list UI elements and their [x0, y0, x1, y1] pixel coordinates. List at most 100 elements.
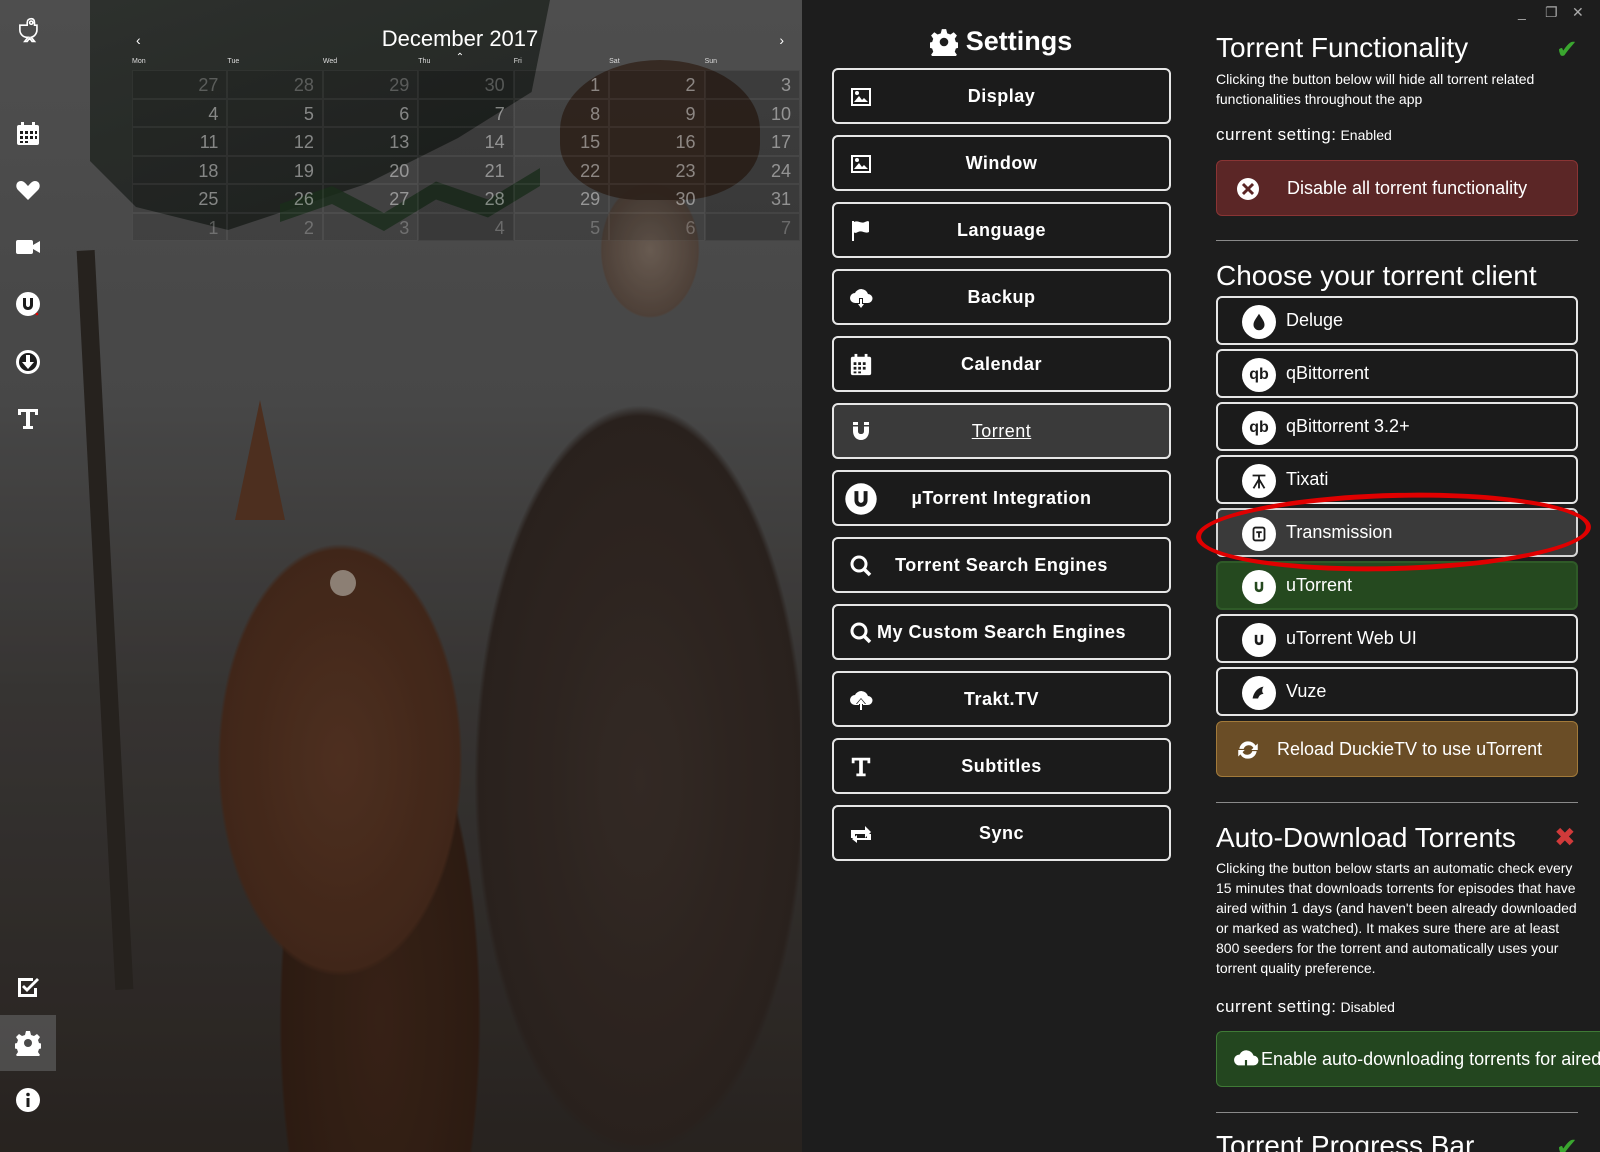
disable-torrent-button[interactable]: Disable all torrent functionality [1216, 160, 1578, 216]
side-navigation [0, 0, 56, 1152]
menu-torrent-button[interactable]: Torrent [832, 403, 1171, 459]
calendar-day[interactable]: 3 [704, 70, 800, 99]
calendar-day[interactable]: 1 [513, 70, 610, 99]
qbittorrent-icon: qb [1242, 358, 1276, 392]
menu-torrent-search-engines-button[interactable]: Torrent Search Engines [832, 537, 1171, 593]
calendar-day[interactable]: 15 [513, 127, 610, 156]
menu-backup-button[interactable]: Backup [832, 269, 1171, 325]
checkbox-icon[interactable] [0, 958, 56, 1014]
calendar-day[interactable]: 24 [704, 155, 800, 184]
calendar-day[interactable]: 18 [132, 155, 228, 184]
calendar-day[interactable]: 29 [322, 70, 419, 99]
close-button[interactable]: ✕ [1572, 4, 1584, 21]
calendar-title[interactable]: December 2017 [120, 26, 800, 52]
calendar-icon[interactable] [0, 106, 56, 162]
calendar-day[interactable]: 5 [513, 212, 610, 241]
calendar-day[interactable]: 3 [322, 212, 419, 241]
client-transmission-button[interactable]: Transmission [1216, 508, 1578, 557]
client-label: Vuze [1286, 681, 1327, 701]
calendar-day[interactable]: 2 [609, 70, 705, 99]
client-qbittorrent-button[interactable]: qb qBittorrent [1216, 349, 1578, 398]
menu-label: Subtitles [961, 755, 1042, 776]
calendar-day[interactable]: 31 [704, 184, 800, 213]
calendar-day[interactable]: 27 [322, 184, 419, 213]
calendar-day[interactable]: 17 [704, 127, 800, 156]
client-qbittorrent32-button[interactable]: qb qBittorrent 3.2+ [1216, 402, 1578, 451]
calendar-day[interactable]: 23 [609, 155, 705, 184]
menu-display-button[interactable]: Display [832, 68, 1171, 124]
calendar-day[interactable]: 11 [132, 127, 228, 156]
cloud-upload-icon [848, 687, 874, 713]
calendar-day[interactable]: 29 [513, 184, 610, 213]
calendar-day[interactable]: 25 [132, 184, 228, 213]
duckie-logo-icon[interactable] [0, 2, 56, 58]
menu-utorrent-integration-button[interactable]: µTorrent Integration [832, 470, 1171, 526]
calendar-day[interactable]: 30 [418, 70, 514, 99]
restore-button[interactable]: ❐ [1545, 4, 1558, 21]
menu-label: Language [956, 219, 1046, 240]
reload-duckietv-button[interactable]: Reload DuckieTV to use uTorrent [1216, 721, 1578, 777]
torrent-functionality-current-setting: current setting: Enabled [1216, 125, 1392, 145]
client-label: qBittorrent 3.2+ [1286, 416, 1410, 436]
info-icon[interactable] [0, 1072, 56, 1128]
calendar-day[interactable]: 4 [132, 98, 228, 127]
menu-label: Backup [967, 286, 1036, 307]
client-tixati-button[interactable]: Tixati [1216, 455, 1578, 504]
calendar-day[interactable]: 14 [418, 127, 514, 156]
utorrent-icon[interactable] [0, 276, 56, 332]
calendar-day[interactable]: 5 [227, 98, 323, 127]
calendar-day[interactable]: 20 [322, 155, 419, 184]
enable-auto-download-button[interactable]: Enable auto-downloading torrents for air… [1216, 1031, 1600, 1087]
calendar-day[interactable]: 13 [322, 127, 419, 156]
heart-icon[interactable] [0, 162, 56, 218]
client-label: Deluge [1286, 310, 1344, 330]
menu-language-button[interactable]: Language [832, 202, 1171, 258]
client-utorrent-webui-button[interactable]: uTorrent Web UI [1216, 614, 1578, 663]
calendar-day[interactable]: 28 [418, 184, 514, 213]
menu-subtitles-button[interactable]: Subtitles [832, 738, 1171, 794]
calendar-day[interactable]: 27 [132, 70, 228, 99]
calendar-day[interactable]: 19 [227, 155, 323, 184]
client-deluge-button[interactable]: Deluge [1216, 296, 1578, 345]
menu-sync-button[interactable]: Sync [832, 805, 1171, 861]
current-setting-label: current setting: [1216, 125, 1337, 144]
calendar-day[interactable]: 10 [704, 98, 800, 127]
calendar-day[interactable]: 4 [418, 212, 514, 241]
calendar-day[interactable]: 12 [227, 127, 323, 156]
calendar-day[interactable]: 2 [227, 212, 323, 241]
auto-download-description: Clicking the button below starts an auto… [1216, 860, 1577, 976]
calendar-day[interactable]: 26 [227, 184, 323, 213]
menu-custom-search-engines-button[interactable]: My Custom Search Engines [832, 604, 1171, 660]
calendar-day[interactable]: 7 [704, 212, 800, 241]
client-utorrent-button[interactable]: uTorrent [1216, 561, 1578, 610]
minimize-button[interactable]: _ [1518, 4, 1526, 20]
calendar-day[interactable]: 6 [609, 212, 705, 241]
calendar-day[interactable]: 8 [513, 98, 610, 127]
menu-calendar-button[interactable]: Calendar [832, 336, 1171, 392]
reload-duckietv-label: Reload DuckieTV to use uTorrent [1277, 738, 1543, 759]
transmission-icon [1242, 517, 1276, 551]
calendar-day[interactable]: 30 [609, 184, 705, 213]
calendar-next-button[interactable]: › [779, 32, 784, 48]
client-vuze-button[interactable]: Vuze [1216, 667, 1578, 716]
menu-label: µTorrent Integration [911, 487, 1092, 508]
video-camera-icon[interactable] [0, 219, 56, 275]
tixati-icon [1242, 464, 1276, 498]
calendar-day[interactable]: 16 [609, 127, 705, 156]
calendar-day[interactable]: 9 [609, 98, 705, 127]
times-icon: ✖ [1554, 822, 1576, 852]
utorrent-icon [1242, 570, 1276, 604]
calendar-day[interactable]: 21 [418, 155, 514, 184]
calendar-day[interactable]: 22 [513, 155, 610, 184]
menu-trakt-button[interactable]: Trakt.TV [832, 671, 1171, 727]
subtitles-icon[interactable] [0, 391, 56, 447]
calendar-collapse-icon[interactable]: ⌃ [120, 52, 800, 63]
download-icon[interactable] [0, 334, 56, 390]
refresh-icon [1235, 737, 1261, 763]
calendar-day[interactable]: 6 [322, 98, 419, 127]
gear-icon[interactable] [0, 1015, 56, 1071]
calendar-day[interactable]: 1 [132, 212, 228, 241]
menu-window-button[interactable]: Window [832, 135, 1171, 191]
calendar-day[interactable]: 7 [418, 98, 514, 127]
calendar-day[interactable]: 28 [227, 70, 323, 99]
